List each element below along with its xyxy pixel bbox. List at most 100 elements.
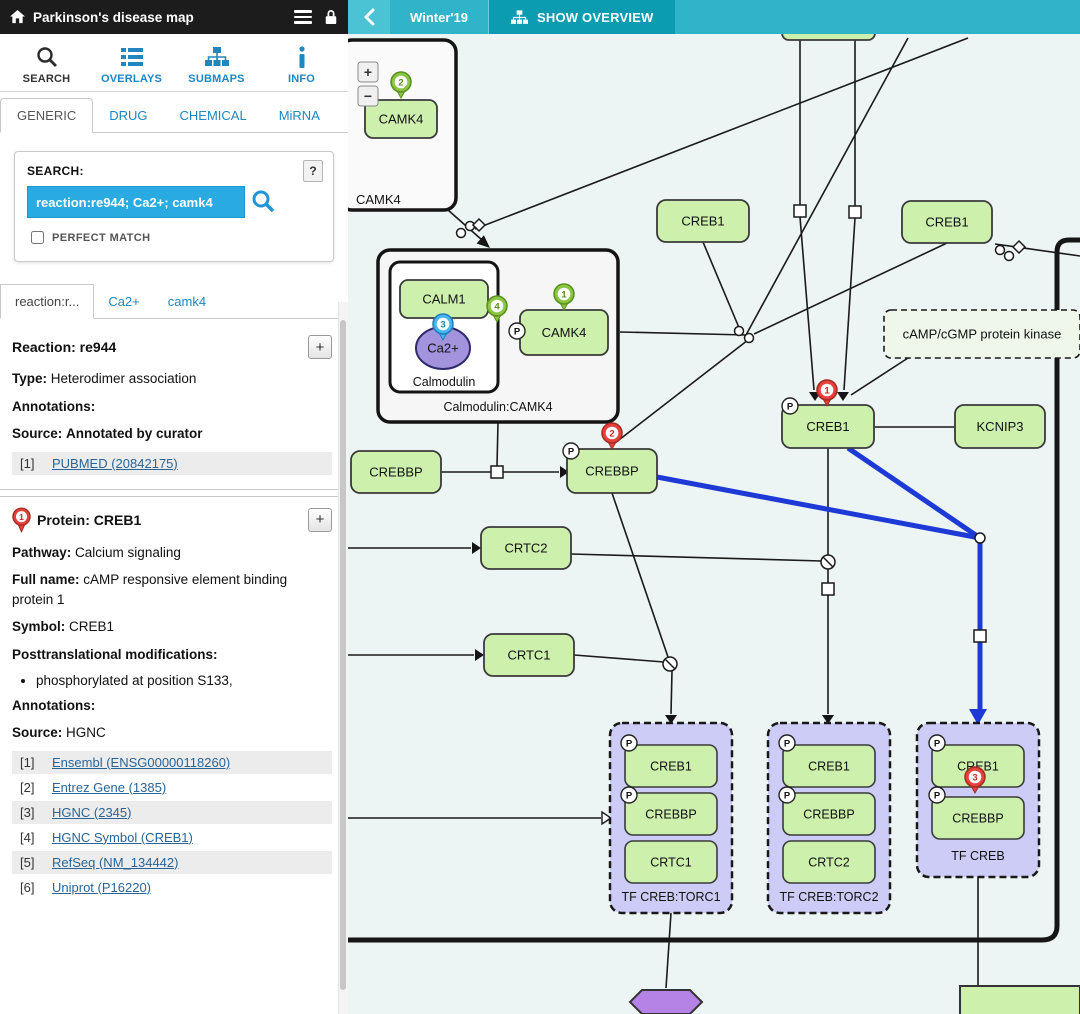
svg-text:P: P xyxy=(626,739,633,750)
map-node-creb1-topright[interactable]: CREB1 xyxy=(902,201,992,243)
sidebar-scrollbar[interactable] xyxy=(338,302,348,1014)
collapse-sidebar-button[interactable] xyxy=(348,0,390,34)
overview-sitemap-icon xyxy=(511,10,528,25)
tab-chemical[interactable]: CHEMICAL xyxy=(164,99,263,132)
protein-symbol-label: Symbol: xyxy=(12,619,65,634)
protein-symbol-value: CREB1 xyxy=(69,619,114,634)
reaction-type-value: Heterodimer association xyxy=(51,371,197,386)
home-icon[interactable] xyxy=(10,10,25,24)
nav-submaps[interactable]: SUBMAPS xyxy=(174,44,259,85)
info-icon xyxy=(259,44,344,70)
svg-text:TF CREB:TORC1: TF CREB:TORC1 xyxy=(621,890,720,904)
result-tab-ca2[interactable]: Ca2+ xyxy=(94,285,153,318)
ensembl-link[interactable]: Ensembl (ENSG00000118260) xyxy=(52,755,230,770)
nav-info[interactable]: INFO xyxy=(259,44,344,85)
search-label: SEARCH: xyxy=(27,164,321,178)
svg-text:Calmodulin: Calmodulin xyxy=(413,375,476,389)
app-window: Parkinson's disease map SEARCH OVERLAYS xyxy=(0,0,1080,1014)
entrez-link[interactable]: Entrez Gene (1385) xyxy=(52,780,166,795)
map-node-top-partial[interactable] xyxy=(782,34,875,40)
map-toolbar: Winter'19 SHOW OVERVIEW xyxy=(348,0,1080,34)
sidebar-scrollbar-thumb[interactable] xyxy=(340,320,346,990)
result-details: Reaction: re944 + Type: Heterodimer asso… xyxy=(0,319,348,899)
reaction-source-label: Source: xyxy=(12,426,62,441)
hgnc-link[interactable]: HGNC (2345) xyxy=(52,805,131,820)
complex-calmodulin-camk4[interactable]: CALM1 Ca2+ Calmodulin CAMK4 P Calmodulin… xyxy=(378,250,618,422)
protein-ref-row: [2] Entrez Gene (1385) xyxy=(12,776,332,799)
complex-tf-creb[interactable]: CREB1 CREBBP P P TF CREB xyxy=(917,723,1039,877)
nav-search[interactable]: SEARCH xyxy=(4,44,89,85)
lock-icon[interactable] xyxy=(324,9,338,25)
svg-text:CREBBP: CREBBP xyxy=(952,812,1003,826)
svg-text:−: − xyxy=(364,88,372,104)
svg-text:CRTC1: CRTC1 xyxy=(650,856,691,870)
nav-overlays[interactable]: OVERLAYS xyxy=(89,44,174,85)
search-submit-button[interactable] xyxy=(249,187,277,218)
uniprot-link[interactable]: Uniprot (P16220) xyxy=(52,880,151,895)
menu-icon[interactable] xyxy=(290,6,316,28)
svg-text:CREB1: CREB1 xyxy=(806,419,849,434)
svg-text:CREBBP: CREBBP xyxy=(369,465,422,480)
svg-text:TF CREB:TORC2: TF CREB:TORC2 xyxy=(779,890,878,904)
svg-text:CRTC2: CRTC2 xyxy=(504,541,547,556)
svg-text:CREBBP: CREBBP xyxy=(585,464,638,479)
protein-ptm-label: Posttranslational modifications: xyxy=(12,647,218,662)
svg-text:CREB1: CREB1 xyxy=(650,760,692,774)
tab-mirna[interactable]: MiRNA xyxy=(263,99,336,132)
app-title: Parkinson's disease map xyxy=(33,10,194,25)
reaction-ref-row: [1] PUBMED (20842175) xyxy=(12,452,332,475)
pubmed-link[interactable]: PUBMED (20842175) xyxy=(52,456,178,471)
svg-text:Calmodulin:CAMK4: Calmodulin:CAMK4 xyxy=(443,400,552,414)
reaction-expand-button[interactable]: + xyxy=(308,335,332,359)
complex-tf-creb-torc2[interactable]: CREB1 CREBBP CRTC2 P P TF CREB:TORC2 xyxy=(768,723,890,913)
svg-text:CAMK4: CAMK4 xyxy=(542,325,587,340)
svg-text:4: 4 xyxy=(494,302,500,313)
protein-ptm-item: phosphorylated at position S133, xyxy=(36,673,332,688)
svg-text:TF CREB: TF CREB xyxy=(951,849,1004,863)
species-node-partial[interactable] xyxy=(960,986,1080,1014)
sidebar-nav: SEARCH OVERLAYS SUBMAPS INFO xyxy=(0,34,348,92)
map-node-kcnip3[interactable]: KCNIP3 xyxy=(955,405,1045,448)
map-node-crtc1[interactable]: CRTC1 xyxy=(484,634,574,676)
reaction-type-label: Type: xyxy=(12,371,47,386)
map-node-camp-cgmp-kinase[interactable]: cAMP/cGMP protein kinase xyxy=(884,310,1080,358)
protein-expand-button[interactable]: + xyxy=(308,508,332,532)
map-node-crebbp-main[interactable]: CREBBP P xyxy=(563,443,657,493)
tab-generic[interactable]: GENERIC xyxy=(0,98,93,133)
search-type-tabs: GENERIC DRUG CHEMICAL MiRNA xyxy=(0,92,348,133)
svg-text:CREBBP: CREBBP xyxy=(645,808,696,822)
perfect-match-label: PERFECT MATCH xyxy=(52,232,151,244)
map-node-creb1-main[interactable]: CREB1 P xyxy=(782,398,874,448)
hgnc-symbol-link[interactable]: HGNC Symbol (CREB1) xyxy=(52,830,193,845)
reaction-source-value: Annotated by curator xyxy=(66,426,203,441)
refseq-link[interactable]: RefSeq (NM_134442) xyxy=(52,855,178,870)
result-tab-camk4[interactable]: camk4 xyxy=(154,285,220,318)
search-panel: SEARCH: ? PERFECT MATCH xyxy=(14,151,334,262)
zoom-out-button[interactable]: − xyxy=(358,86,378,106)
protein-annotations-label: Annotations: xyxy=(12,698,95,713)
search-input[interactable] xyxy=(27,186,245,218)
map-version-button[interactable]: Winter'19 xyxy=(390,0,489,34)
result-tabs: reaction:r... Ca2+ camk4 xyxy=(0,284,348,319)
tab-drug[interactable]: DRUG xyxy=(93,99,163,132)
map-node-creb1-top[interactable]: CREB1 xyxy=(657,200,749,242)
protein-ref-row: [4] HGNC Symbol (CREB1) xyxy=(12,826,332,849)
svg-text:CREB1: CREB1 xyxy=(808,760,850,774)
show-overview-button[interactable]: SHOW OVERVIEW xyxy=(489,0,675,34)
svg-text:+: + xyxy=(364,64,372,80)
map-node-crtc2[interactable]: CRTC2 xyxy=(481,527,571,569)
overlays-icon xyxy=(89,44,174,70)
protein-pathway-label: Pathway: xyxy=(12,545,71,560)
svg-text:CREBBP: CREBBP xyxy=(803,808,854,822)
map-canvas[interactable]: CAMK4 CAMK4 CALM1 Ca2+ Calmodulin CAMK4 … xyxy=(348,34,1080,1014)
complex-tf-creb-torc1[interactable]: CREB1 CREBBP CRTC1 P P TF CREB:TORC1 xyxy=(610,723,732,913)
zoom-in-button[interactable]: + xyxy=(358,62,378,82)
svg-text:CREB1: CREB1 xyxy=(925,215,968,230)
perfect-match-checkbox[interactable] xyxy=(31,231,44,244)
map-area: Winter'19 SHOW OVERVIEW xyxy=(348,0,1080,1014)
phenotype-node-partial[interactable] xyxy=(630,990,702,1014)
help-button[interactable]: ? xyxy=(303,160,323,182)
result-tab-reaction[interactable]: reaction:r... xyxy=(0,284,94,319)
map-node-crebbp-left[interactable]: CREBBP xyxy=(351,451,441,493)
svg-text:P: P xyxy=(514,327,521,338)
